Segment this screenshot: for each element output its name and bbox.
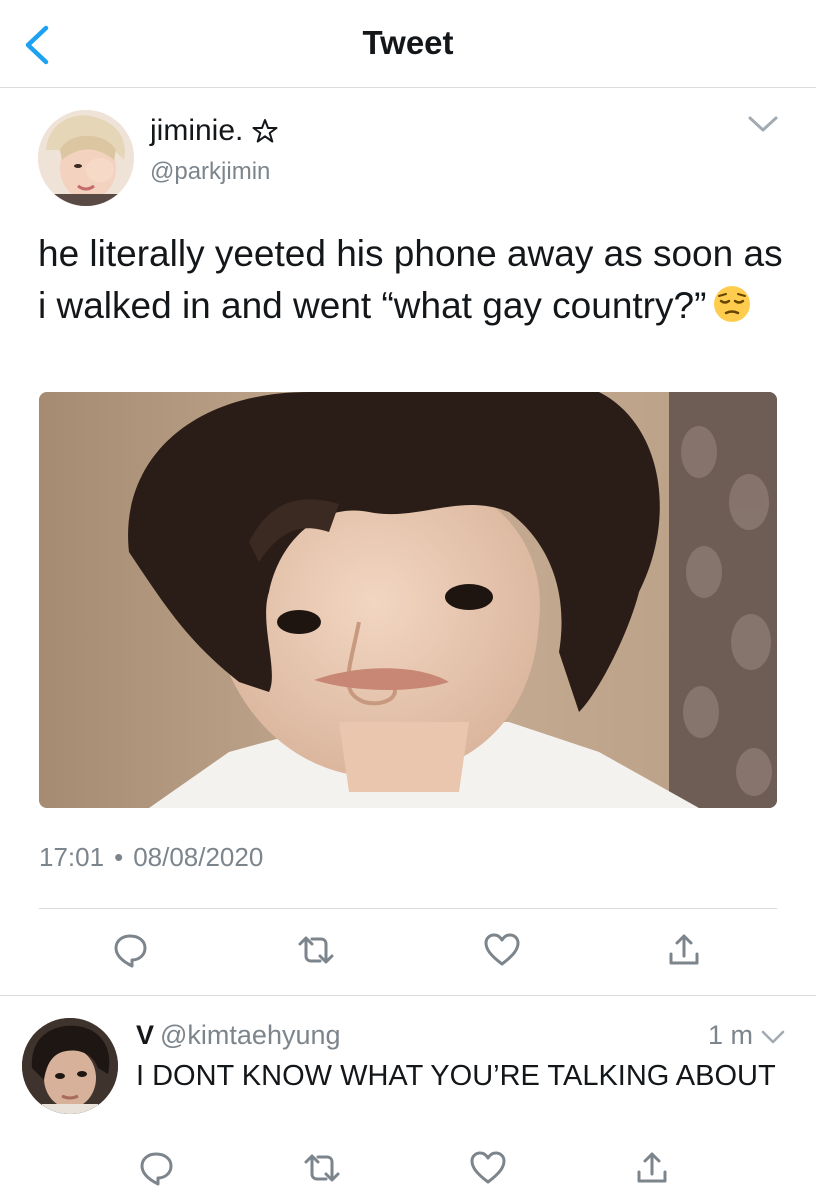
chevron-down-icon[interactable] <box>760 1028 786 1046</box>
tweet-text: he literally yeeted his phone away as so… <box>38 228 788 332</box>
main-tweet: jiminie. @parkjimin he literally yeeted … <box>0 88 816 996</box>
tweet-body: he literally yeeted his phone away as so… <box>38 233 783 326</box>
user-handle[interactable]: @kimtaehyung <box>160 1020 341 1050</box>
display-name-row: jiminie. <box>150 114 279 148</box>
avatar[interactable] <box>22 1018 118 1114</box>
share-icon[interactable] <box>664 930 704 970</box>
timestamp-date: 08/08/2020 <box>133 842 264 872</box>
reply-header: V @kimtaehyung <box>136 1020 341 1051</box>
avatar[interactable] <box>38 110 134 206</box>
chevron-down-icon[interactable] <box>746 112 780 136</box>
pensive-face-emoji-icon <box>714 286 751 322</box>
reply-text: I DONT KNOW WHAT YOU’RE TALKING ABOUT <box>136 1060 776 1092</box>
display-name[interactable]: V <box>136 1020 154 1050</box>
divider <box>39 908 777 909</box>
reply-icon[interactable] <box>110 930 150 970</box>
page-title: Tweet <box>362 24 454 61</box>
like-icon[interactable] <box>468 1148 508 1188</box>
timestamp-time: 17:01 <box>39 842 105 872</box>
nav-header: Tweet <box>0 0 816 88</box>
star-outline-icon <box>252 119 278 143</box>
retweet-icon[interactable] <box>296 930 336 970</box>
share-icon[interactable] <box>632 1148 672 1188</box>
timestamp-separator: • <box>114 842 124 872</box>
reply-time: 1 m <box>708 1020 754 1050</box>
photo-image <box>39 392 777 808</box>
tweet-media-photo[interactable] <box>39 392 777 808</box>
reply-tweet[interactable]: V @kimtaehyung 1 m I DONT KNOW WHAT YOU’R… <box>0 996 816 1200</box>
display-name[interactable]: jiminie. <box>150 114 243 148</box>
tweet-timestamp: 17:01 • 08/08/2020 <box>39 842 263 873</box>
retweet-icon[interactable] <box>302 1148 342 1188</box>
like-icon[interactable] <box>482 930 522 970</box>
reply-icon[interactable] <box>136 1148 176 1188</box>
user-handle[interactable]: @parkjimin <box>150 158 270 186</box>
